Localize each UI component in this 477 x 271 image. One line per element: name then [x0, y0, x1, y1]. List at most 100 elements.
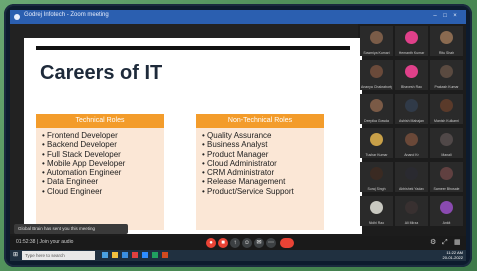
avatar: [440, 65, 453, 78]
avatar: [370, 65, 383, 78]
avatar: [370, 133, 383, 146]
taskbar-clock: 11:22 AM 20-01-2022: [443, 250, 463, 260]
participant-tile[interactable]: Ashish Mahajan: [395, 94, 428, 124]
participant-name: Suraj Singh: [367, 187, 386, 191]
taskbar-search[interactable]: Type here to search: [22, 251, 95, 260]
minimize-icon[interactable]: –: [432, 13, 438, 19]
file-explorer-icon[interactable]: [112, 252, 118, 258]
participant-name: Nidhi Rao: [368, 221, 385, 225]
participant-tile[interactable]: Ali Mirza: [395, 196, 428, 226]
participant-tile[interactable]: Manali: [430, 128, 463, 158]
avatar: [370, 31, 383, 44]
avatar: [405, 31, 418, 44]
meeting-timer: 01:52:38 | Join your audio: [16, 239, 74, 245]
list-item: Business Analyst: [202, 140, 324, 149]
participant-name: Prakash Kumar: [434, 85, 459, 89]
participant-name: Abhishek Yadav: [399, 187, 424, 191]
participant-name: Ritu Shah: [438, 51, 455, 55]
participant-name: Ananya Chakraborty: [361, 85, 392, 89]
meeting-label[interactable]: Join your audio: [40, 239, 74, 245]
technical-roles-panel: Technical Roles Frontend Developer Backe…: [36, 114, 164, 230]
list-item: Product/Service Support: [202, 187, 324, 196]
task-view-icon[interactable]: [102, 252, 108, 258]
participant-tile[interactable]: Prakash Kumar: [430, 60, 463, 90]
excel-icon[interactable]: [152, 252, 158, 258]
gear-icon[interactable]: ⚙: [430, 239, 436, 247]
participant-name: Bhavesh Rao: [400, 85, 422, 89]
shared-screen: Careers of IT Technical Roles Frontend D…: [10, 24, 362, 234]
list-item: Backend Developer: [42, 140, 164, 149]
slide-title: Careers of IT: [40, 62, 163, 84]
participant-name: Hemanth Kumar: [398, 51, 425, 55]
avatar: [440, 133, 453, 146]
participant-tile[interactable]: Hemanth Kumar: [395, 26, 428, 56]
participant-tile[interactable]: Ritu Shah: [430, 26, 463, 56]
participant-tile[interactable]: Nidhi Rao: [360, 196, 393, 226]
list-item: Automation Engineer: [42, 168, 164, 177]
mic-off-icon[interactable]: ●: [206, 238, 216, 248]
participant-tile[interactable]: Abhishek Yadav: [395, 162, 428, 192]
close-icon[interactable]: ×: [452, 13, 458, 19]
slide-divider: [36, 46, 350, 50]
participant-tile[interactable]: Sameer Bhosale: [430, 162, 463, 192]
list-item: Cloud Administrator: [202, 159, 324, 168]
edge-icon[interactable]: [122, 252, 128, 258]
participant-tile[interactable]: Anand Kr: [395, 128, 428, 158]
non-technical-roles-heading: Non-Technical Roles: [196, 114, 324, 128]
participant-name: Manish Kulkarni: [434, 119, 459, 123]
technical-roles-list: Frontend Developer Backend Developer Ful…: [36, 131, 164, 196]
avatar: [405, 99, 418, 112]
notification-toast[interactable]: Global Brain has sent you this meeting: [14, 224, 128, 234]
meeting-time: 01:52:38: [16, 239, 36, 245]
list-item: Full Stack Developer: [42, 150, 164, 159]
more-icon[interactable]: ⋯: [266, 238, 276, 248]
participant-name: Sowmiya Kumari: [363, 51, 390, 55]
list-item: CRM Administrator: [202, 168, 324, 177]
list-item: Data Engineer: [42, 177, 164, 186]
expand-icon[interactable]: ⤢: [442, 239, 448, 247]
participant-name: Manali: [441, 153, 452, 157]
participant-name: Ali Mirza: [404, 221, 419, 225]
list-item: Quality Assurance: [202, 131, 324, 140]
avatar: [370, 99, 383, 112]
list-item: Mobile App Developer: [42, 159, 164, 168]
end-call-icon[interactable]: [280, 238, 294, 248]
grid-icon[interactable]: ▦: [454, 239, 461, 247]
window-titlebar: Godrej Infotech - Zoom meeting – □ ×: [10, 10, 466, 24]
participant-name: Ankit: [442, 221, 451, 225]
avatar: [405, 167, 418, 180]
participant-tile[interactable]: Ananya Chakraborty: [360, 60, 393, 90]
video-off-icon[interactable]: ■: [218, 238, 228, 248]
participant-gallery: Sowmiya Kumari Hemanth Kumar Ritu Shah Anan…: [360, 26, 464, 232]
zoom-app-icon[interactable]: [142, 252, 148, 258]
avatar: [440, 31, 453, 44]
chat-icon[interactable]: ✉: [254, 238, 264, 248]
participant-tile[interactable]: Manish Kulkarni: [430, 94, 463, 124]
windows-start-icon[interactable]: ⊞: [13, 252, 18, 259]
participant-name: Ashish Mahajan: [399, 119, 424, 123]
participant-tile[interactable]: Suraj Singh: [360, 162, 393, 192]
participant-tile[interactable]: Sowmiya Kumari: [360, 26, 393, 56]
windows-taskbar: ⊞ Type here to search 11:22 AM 20-01-2022: [10, 250, 466, 261]
share-screen-icon[interactable]: ↑: [230, 238, 240, 248]
avatar: [370, 167, 383, 180]
avatar: [440, 99, 453, 112]
avatar: [405, 201, 418, 214]
non-technical-roles-panel: Non-Technical Roles Quality Assurance Bu…: [196, 114, 324, 230]
participant-tile[interactable]: Deepika Gowda: [360, 94, 393, 124]
maximize-icon[interactable]: □: [442, 13, 448, 19]
powerpoint-icon[interactable]: [162, 252, 168, 258]
list-item: Release Management: [202, 177, 324, 186]
people-icon[interactable]: ☺: [242, 238, 252, 248]
avatar: [440, 167, 453, 180]
participant-name: Deepika Gowda: [364, 119, 389, 123]
participant-tile[interactable]: Ankit: [430, 196, 463, 226]
chrome-icon[interactable]: [132, 252, 138, 258]
participant-tile[interactable]: Bhavesh Rao: [395, 60, 428, 90]
avatar: [370, 201, 383, 214]
non-technical-roles-list: Quality Assurance Business Analyst Produ…: [196, 131, 324, 196]
avatar: [405, 133, 418, 146]
participant-name: Tushar Kumar: [365, 153, 388, 157]
participant-tile[interactable]: Tushar Kumar: [360, 128, 393, 158]
participant-name: Sameer Bhosale: [433, 187, 460, 191]
